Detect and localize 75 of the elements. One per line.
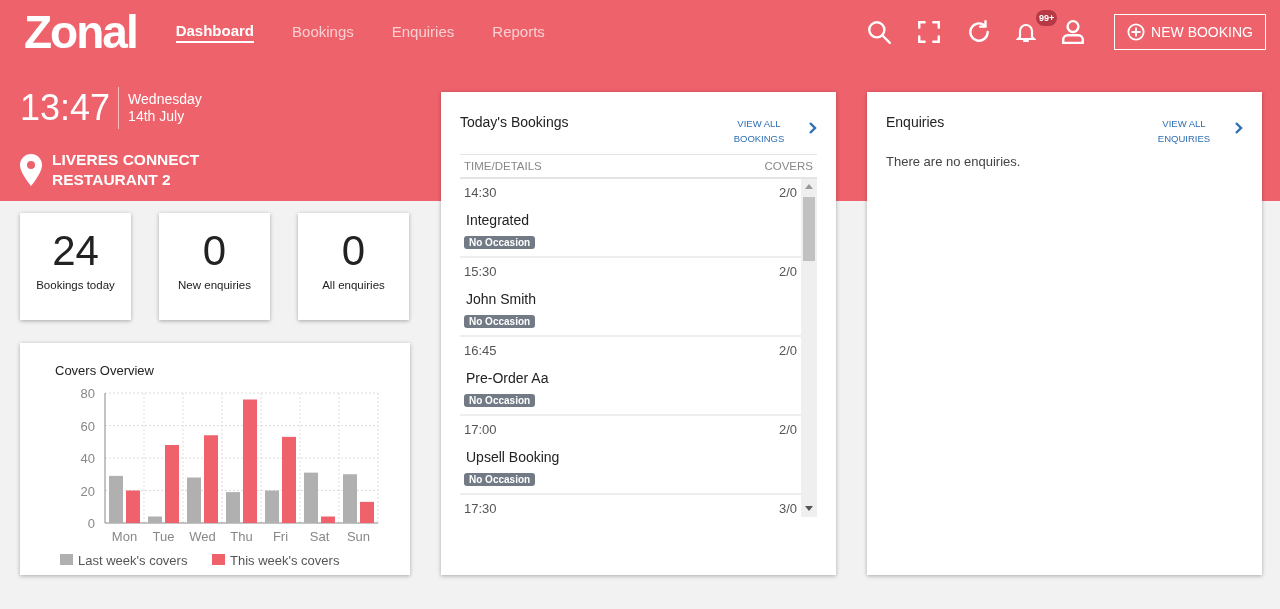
booking-covers: 2/0 xyxy=(778,185,797,200)
x-tick-label: Sat xyxy=(309,529,330,544)
booking-time: 14:30 xyxy=(464,185,497,200)
plus-circle-icon xyxy=(1127,23,1146,41)
stat-value: 0 xyxy=(202,229,227,273)
booking-time: 17:00 xyxy=(464,422,497,437)
booking-time: 16:45 xyxy=(464,343,497,358)
stat-value: 0 xyxy=(341,229,366,273)
stat-label: Bookings today xyxy=(35,279,116,291)
chart-title: Covers Overview xyxy=(55,363,155,378)
booking-covers: 2/0 xyxy=(778,264,797,279)
bar xyxy=(226,492,240,523)
chevron-right-icon[interactable] xyxy=(1233,122,1243,134)
column-header: TIME/DETAILS xyxy=(464,160,542,172)
bar xyxy=(187,477,201,523)
card-title: Enquiries xyxy=(886,114,946,130)
booking-name: Pre-Order Aa xyxy=(466,370,550,386)
booking-name: Integrated xyxy=(466,212,531,228)
x-tick-label: Tue xyxy=(152,529,175,544)
stat-value: 24 xyxy=(52,229,99,273)
booking-time: 17:30 xyxy=(464,501,497,516)
y-tick-label: 20 xyxy=(80,483,95,499)
booking-name: Upsell Booking xyxy=(466,449,561,465)
y-tick-label: 80 xyxy=(80,386,95,401)
nav-link[interactable]: Dashboard xyxy=(175,21,255,43)
clock-time: 13:47 xyxy=(20,87,120,129)
date-label: 14th July xyxy=(128,108,186,125)
legend-label: Last week's covers xyxy=(78,553,188,568)
occasion-tag: No Occasion xyxy=(464,315,536,328)
x-tick-label: Mon xyxy=(111,529,138,544)
bar xyxy=(148,516,162,523)
user-icon[interactable] xyxy=(1060,19,1087,45)
stat-label: All enquiries xyxy=(321,279,386,291)
y-tick-label: 0 xyxy=(87,516,95,531)
bar xyxy=(109,475,123,523)
notification-badge: 99+ xyxy=(1036,10,1058,26)
bar xyxy=(126,490,140,523)
logo[interactable]: Zonal xyxy=(24,9,137,55)
scroll-down-icon[interactable] xyxy=(805,506,813,512)
x-tick-label: Fri xyxy=(272,529,289,544)
booking-time: 15:30 xyxy=(464,264,497,279)
booking-covers: 3/0 xyxy=(778,501,797,516)
booking-covers: 2/0 xyxy=(778,343,797,358)
column-header: COVERS xyxy=(764,160,813,172)
location-pin-icon xyxy=(20,154,42,186)
card-title: Today's Bookings xyxy=(460,114,570,130)
bar xyxy=(321,516,335,523)
x-tick-label: Wed xyxy=(189,529,216,544)
x-tick-label: Thu xyxy=(230,529,253,544)
bar xyxy=(265,490,279,523)
location-name: LIVERES CONNECT RESTAURANT 2 xyxy=(52,150,201,190)
x-tick-label: Sun xyxy=(346,529,371,544)
y-tick-label: 40 xyxy=(80,451,95,466)
view-all-link[interactable]: VIEW ALL BOOKINGS xyxy=(729,116,789,146)
scrollbar[interactable] xyxy=(801,179,817,517)
booking-covers: 2/0 xyxy=(778,422,797,437)
empty-message: There are no enquiries. xyxy=(886,154,1022,169)
stat-label: New enquiries xyxy=(177,279,252,291)
chevron-right-icon[interactable] xyxy=(807,122,817,134)
fullscreen-icon[interactable] xyxy=(916,19,943,45)
view-all-link[interactable]: VIEW ALL ENQUIRIES xyxy=(1153,116,1215,146)
bar xyxy=(360,501,374,523)
scroll-up-icon[interactable] xyxy=(805,183,813,189)
bar xyxy=(343,474,357,523)
new-booking-button[interactable]: NEW BOOKING xyxy=(1114,14,1266,50)
bar xyxy=(304,472,318,523)
legend-label: This week's covers xyxy=(230,553,340,568)
occasion-tag: No Occasion xyxy=(464,394,536,407)
occasion-tag: No Occasion xyxy=(464,236,536,249)
occasion-tag: No Occasion xyxy=(464,473,536,486)
booking-name: John Smith xyxy=(466,291,538,307)
y-tick-label: 60 xyxy=(80,418,95,434)
scrollbar-thumb[interactable] xyxy=(803,197,815,261)
search-icon[interactable] xyxy=(866,19,893,45)
day-label: Wednesday xyxy=(128,91,202,108)
